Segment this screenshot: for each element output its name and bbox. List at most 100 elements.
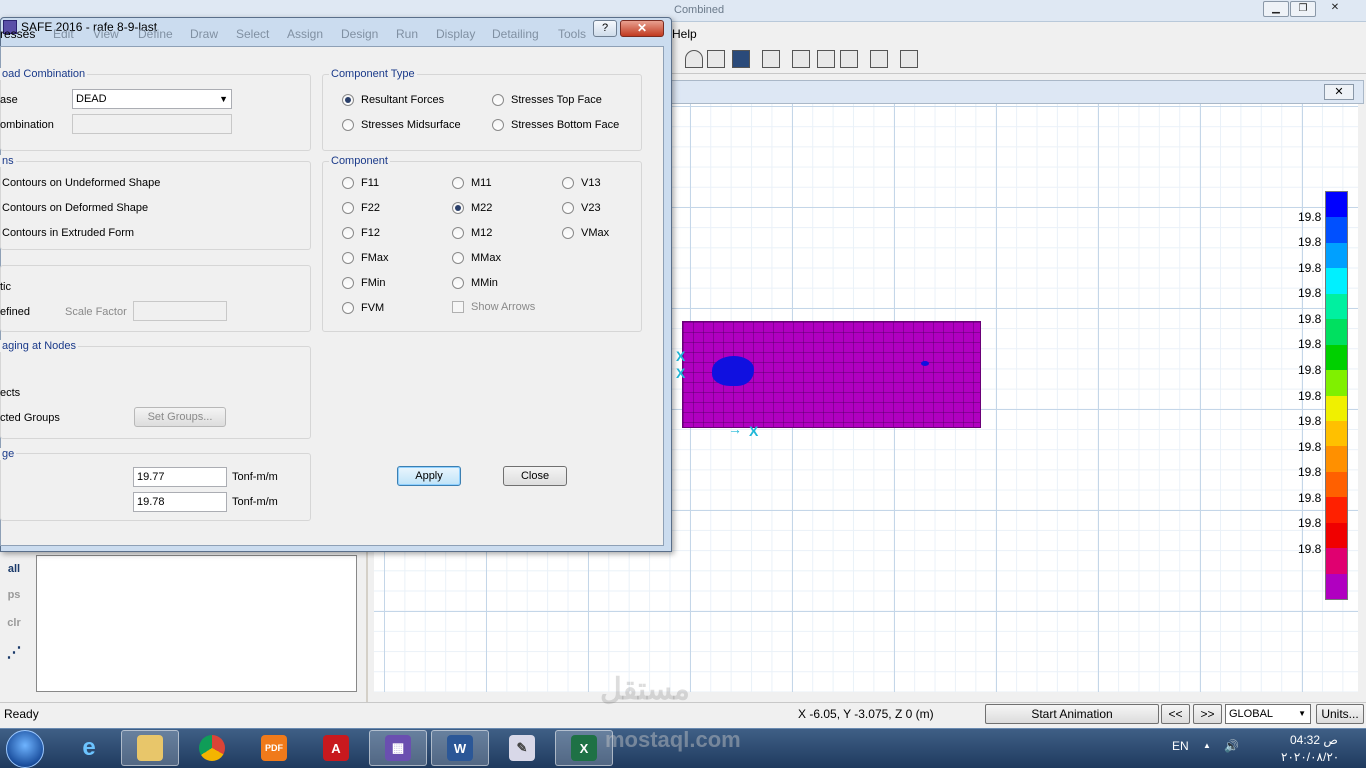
radio-v23[interactable] bbox=[562, 202, 574, 214]
radio-stresses-top-face[interactable] bbox=[492, 94, 504, 106]
averaging-title: aging at Nodes bbox=[0, 340, 78, 352]
apply-button[interactable]: Apply bbox=[397, 466, 461, 486]
menu-item[interactable]: Display bbox=[436, 27, 475, 41]
language-indicator[interactable]: EN bbox=[1172, 739, 1189, 753]
next-step-button[interactable]: >> bbox=[1193, 704, 1222, 724]
radio-mmax[interactable] bbox=[452, 252, 464, 264]
menu-item[interactable]: Tools bbox=[558, 27, 586, 41]
scale-factor-field[interactable] bbox=[133, 301, 227, 321]
show-arrows-checkbox[interactable] bbox=[452, 301, 464, 313]
taskbar-safe[interactable]: ▦ bbox=[369, 730, 427, 766]
chevron-down-icon: ▼ bbox=[219, 94, 228, 104]
clock-time[interactable]: 04:32 ص bbox=[1290, 733, 1338, 747]
set-groups-button[interactable]: Set Groups... bbox=[134, 407, 226, 427]
contours-deformed-label[interactable]: Contours on Deformed Shape bbox=[2, 202, 148, 214]
grid-icon[interactable] bbox=[870, 50, 888, 68]
radio-fmin[interactable] bbox=[342, 277, 354, 289]
radio-m11[interactable] bbox=[452, 177, 464, 189]
scaling-auto-label[interactable]: tic bbox=[0, 281, 11, 293]
close-app-button[interactable]: ✕ bbox=[1322, 1, 1348, 17]
display-forces-icon[interactable] bbox=[732, 50, 750, 68]
view-icon[interactable] bbox=[762, 50, 780, 68]
menu-item[interactable]: Draw bbox=[190, 27, 218, 41]
mmin-label: MMin bbox=[471, 277, 498, 289]
radio-f12[interactable] bbox=[342, 227, 354, 239]
deformed-shape-icon[interactable] bbox=[707, 50, 725, 68]
range-min-field[interactable]: 19.77 bbox=[133, 467, 227, 487]
legend-value-label: 19.8 bbox=[1298, 388, 1322, 403]
select-box-icon[interactable] bbox=[840, 50, 858, 68]
radio-fvm[interactable] bbox=[342, 302, 354, 314]
menu-item[interactable]: View bbox=[93, 27, 119, 41]
units-button[interactable]: Units... bbox=[1316, 704, 1364, 724]
menu-item[interactable]: Design bbox=[341, 27, 378, 41]
taskbar-paint[interactable]: ✎ bbox=[493, 730, 551, 766]
radio-fmax[interactable] bbox=[342, 252, 354, 264]
minimize-button[interactable]: ▁ bbox=[1263, 1, 1289, 17]
previous-select-button[interactable]: ps bbox=[3, 589, 25, 601]
menu-item[interactable]: Define bbox=[138, 27, 173, 41]
plan-icon[interactable] bbox=[792, 50, 810, 68]
legend-value-label: 19.8 bbox=[1298, 362, 1322, 377]
previous-step-button[interactable]: << bbox=[1161, 704, 1190, 724]
legend-color-band bbox=[1326, 548, 1347, 574]
v23-label: V23 bbox=[581, 202, 601, 214]
clock-date[interactable]: ٢٠٢٠/٠٨/٢٠ bbox=[1281, 750, 1339, 764]
scaling-group bbox=[0, 265, 311, 332]
layers-icon[interactable] bbox=[817, 50, 835, 68]
radio-m12[interactable] bbox=[452, 227, 464, 239]
taskbar-autocad[interactable]: A bbox=[307, 730, 365, 766]
scaling-user-label[interactable]: efined bbox=[0, 306, 30, 318]
coordinate-system-select[interactable]: GLOBAL ▼ bbox=[1225, 704, 1311, 724]
radio-mmin[interactable] bbox=[452, 277, 464, 289]
select-all-button[interactable]: all bbox=[3, 563, 25, 575]
menu-item[interactable]: Detailing bbox=[492, 27, 539, 41]
load-combination-group bbox=[0, 74, 311, 151]
radio-resultant-forces[interactable] bbox=[342, 94, 354, 106]
radio-stresses-midsurface[interactable] bbox=[342, 119, 354, 131]
model-explorer-list[interactable] bbox=[36, 555, 357, 692]
legend-color-band bbox=[1326, 242, 1347, 269]
plot-close-button[interactable]: ✕ bbox=[1324, 84, 1354, 100]
taskbar-explorer[interactable] bbox=[121, 730, 179, 766]
close-dialog-button[interactable]: Close bbox=[503, 466, 567, 486]
f12-label: F12 bbox=[361, 227, 380, 239]
contours-extruded-label[interactable]: Contours in Extruded Form bbox=[2, 227, 134, 239]
clear-select-button[interactable]: clr bbox=[3, 617, 25, 629]
volume-icon[interactable]: 🔊 bbox=[1224, 739, 1239, 753]
combination-field[interactable] bbox=[72, 114, 232, 134]
legend-value-label: 19.8 bbox=[1298, 286, 1322, 301]
averaging-groups-label[interactable]: cted Groups bbox=[0, 412, 60, 424]
radio-vmax[interactable] bbox=[562, 227, 574, 239]
radio-stresses-bottom-face[interactable] bbox=[492, 119, 504, 131]
taskbar-chrome[interactable] bbox=[183, 730, 241, 766]
menu-item[interactable]: Run bbox=[396, 27, 418, 41]
start-animation-button[interactable]: Start Animation bbox=[985, 704, 1159, 724]
range-max-field[interactable]: 19.78 bbox=[133, 492, 227, 512]
radio-f22[interactable] bbox=[342, 202, 354, 214]
windows-start-icon[interactable] bbox=[6, 730, 44, 768]
tray-expand-icon[interactable]: ▲ bbox=[1203, 741, 1211, 750]
autocad-icon: A bbox=[323, 735, 349, 761]
radio-v13[interactable] bbox=[562, 177, 574, 189]
menu-item[interactable]: Select bbox=[236, 27, 269, 41]
contour-region-blue bbox=[712, 356, 754, 386]
table-icon[interactable] bbox=[900, 50, 918, 68]
menu-item[interactable]: Edit bbox=[53, 27, 74, 41]
intersect-select-icon[interactable]: ⋰ bbox=[3, 643, 25, 661]
taskbar-ie[interactable]: e bbox=[60, 730, 118, 766]
menu-item[interactable]: Assign bbox=[287, 27, 323, 41]
case-select[interactable]: DEAD ▼ bbox=[72, 89, 232, 109]
menu-item[interactable]: resses bbox=[0, 27, 35, 41]
contours-undeformed-label[interactable]: Contours on Undeformed Shape bbox=[2, 177, 160, 189]
legend-value-label: 19.8 bbox=[1298, 541, 1322, 556]
radio-f11[interactable] bbox=[342, 177, 354, 189]
pointer-icon[interactable] bbox=[685, 50, 703, 68]
radio-m22[interactable] bbox=[452, 202, 464, 214]
restore-button[interactable]: ❐ bbox=[1290, 1, 1316, 17]
averaging-objects-label[interactable]: ects bbox=[0, 387, 20, 399]
taskbar-word[interactable]: W bbox=[431, 730, 489, 766]
menu-help[interactable]: Help bbox=[672, 27, 697, 41]
taskbar-pdf[interactable]: PDF bbox=[245, 730, 303, 766]
internet-explorer-icon: e bbox=[82, 734, 96, 761]
